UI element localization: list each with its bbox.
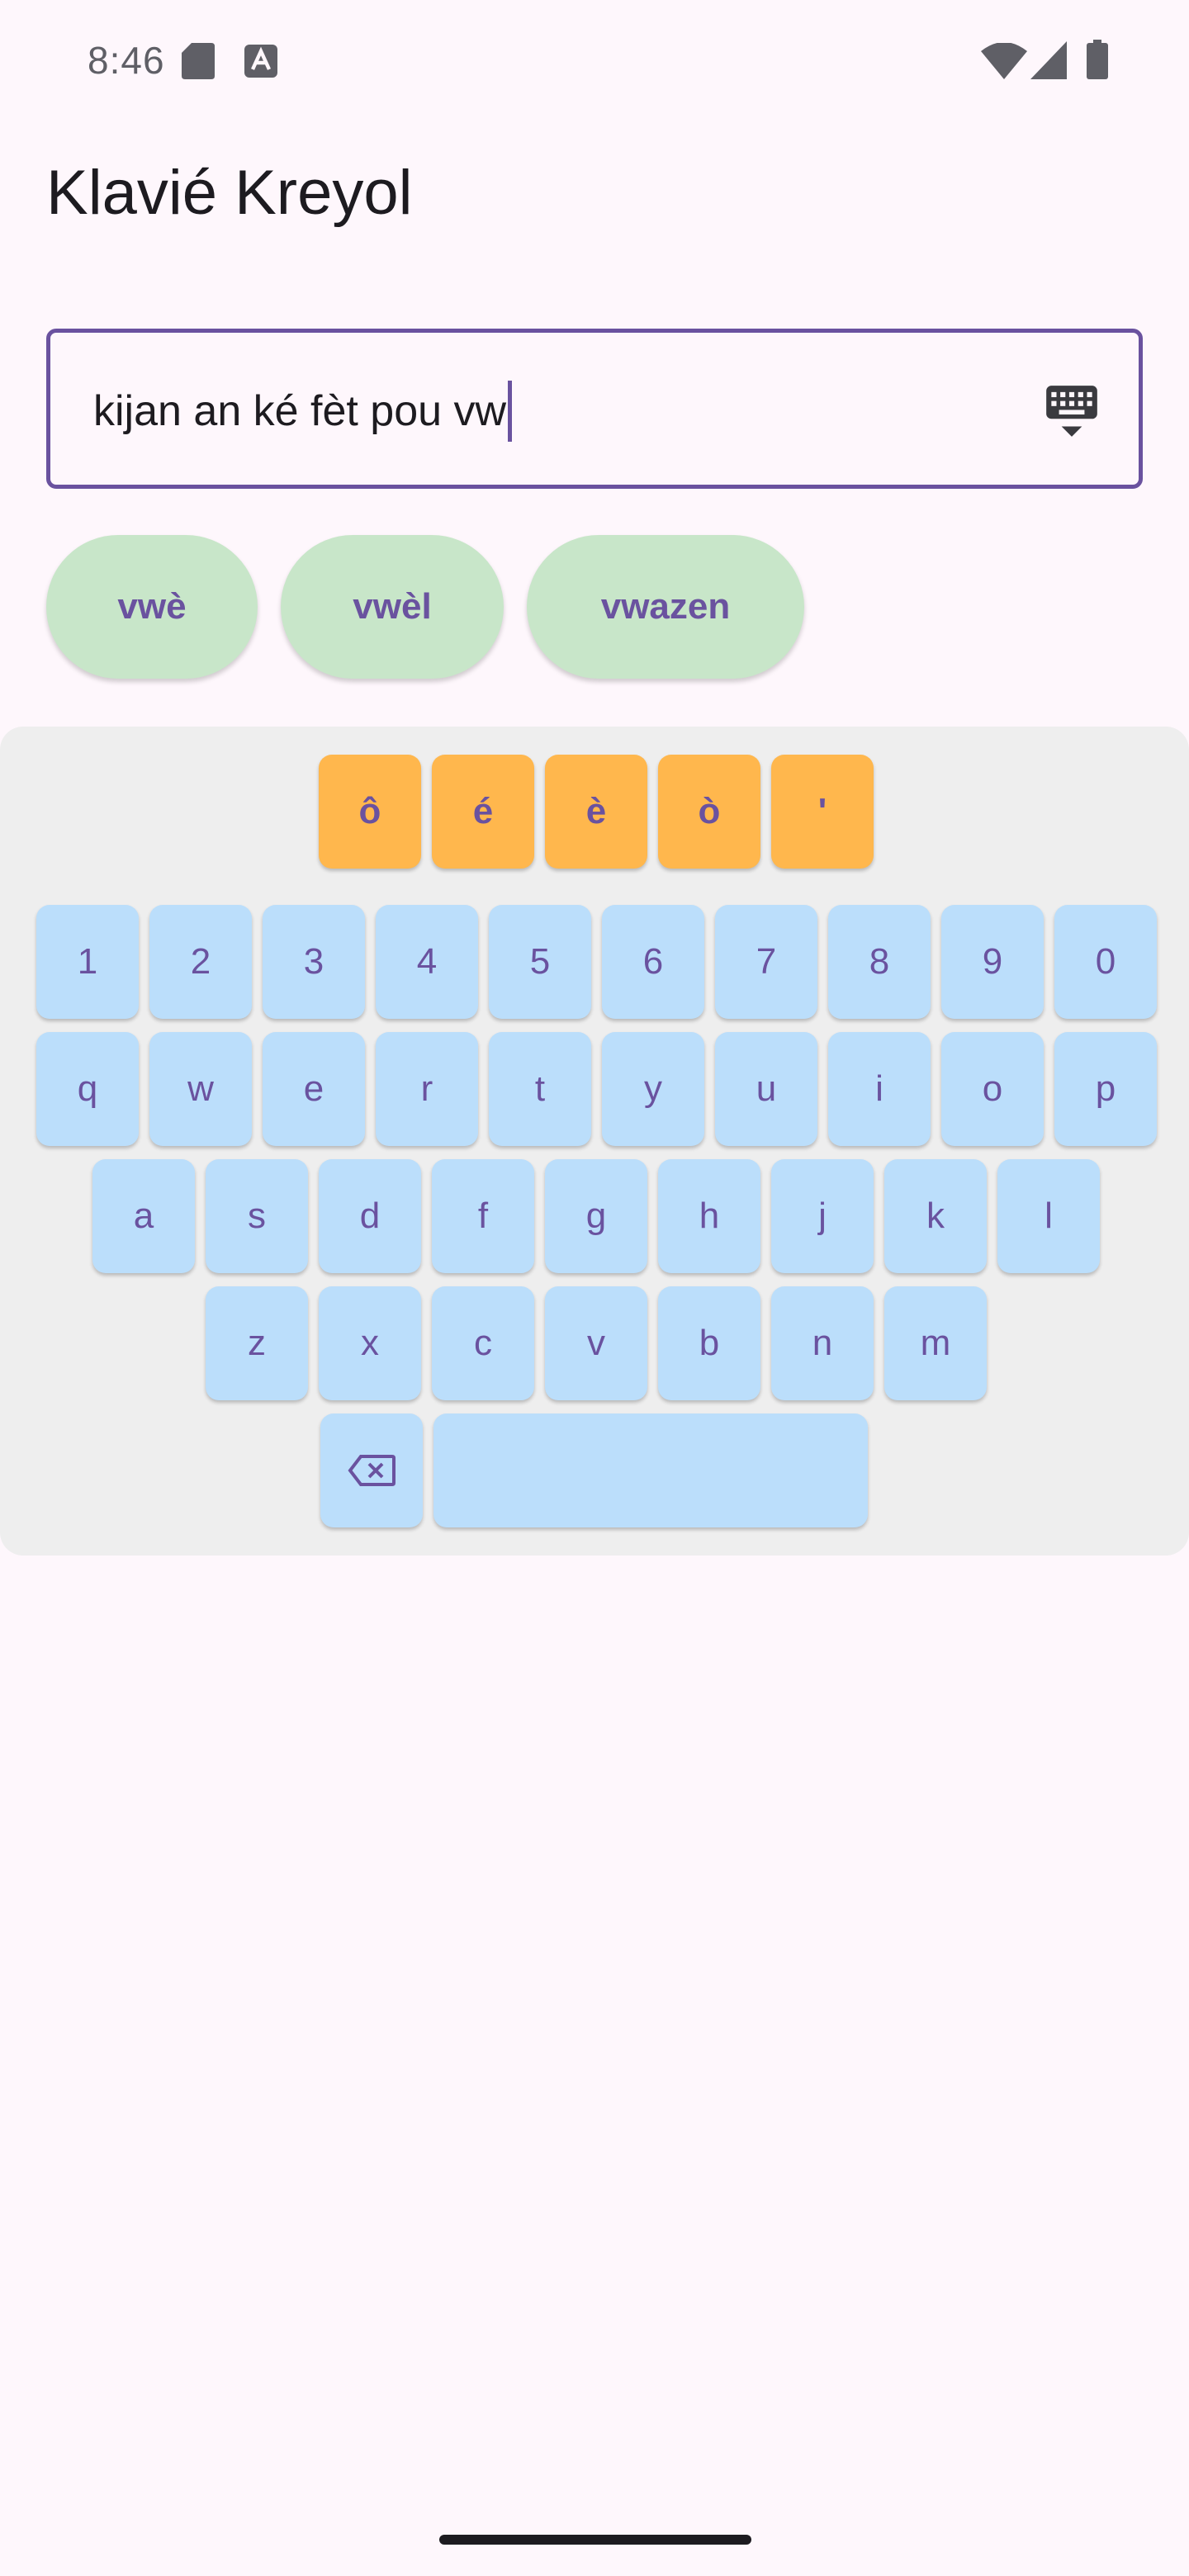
key-4[interactable]: 4 <box>376 905 478 1019</box>
a-notification-icon <box>244 45 277 78</box>
key-r[interactable]: r <box>376 1032 478 1146</box>
key-z[interactable]: z <box>206 1286 308 1400</box>
wifi-icon <box>981 43 1027 79</box>
key-7[interactable]: 7 <box>715 905 817 1019</box>
text-caret <box>508 381 513 442</box>
suggestion-chip[interactable]: vwazen <box>527 535 804 679</box>
key-u[interactable]: u <box>715 1032 817 1146</box>
key-e[interactable]: e <box>263 1032 365 1146</box>
key-6[interactable]: 6 <box>602 905 704 1019</box>
key-x[interactable]: x <box>319 1286 421 1400</box>
battery-icon <box>1087 40 1108 79</box>
letter-row-1: q w e r t y u i o p <box>36 1032 1157 1146</box>
letter-row-3: z x c v b n m <box>206 1286 987 1400</box>
key-k[interactable]: k <box>884 1159 987 1273</box>
sd-card-icon <box>182 43 215 79</box>
keyboard-hide-icon[interactable] <box>1041 381 1102 442</box>
key-d[interactable]: d <box>319 1159 421 1273</box>
number-row: 1 2 3 4 5 6 7 8 9 0 <box>36 905 1157 1019</box>
key-1[interactable]: 1 <box>36 905 139 1019</box>
accent-key[interactable]: ' <box>771 755 874 869</box>
status-time: 8:46 <box>88 39 165 82</box>
key-a[interactable]: a <box>92 1159 195 1273</box>
text-input-field[interactable]: kijan an ké fèt pou vw <box>46 329 1143 489</box>
key-i[interactable]: i <box>828 1032 931 1146</box>
suggestion-chip[interactable]: vwèl <box>281 535 504 679</box>
key-w[interactable]: w <box>149 1032 252 1146</box>
key-b[interactable]: b <box>658 1286 760 1400</box>
app-title: Klavié Kreyol <box>46 158 413 228</box>
backspace-key[interactable] <box>320 1413 423 1527</box>
key-f[interactable]: f <box>432 1159 534 1273</box>
key-j[interactable]: j <box>771 1159 874 1273</box>
key-5[interactable]: 5 <box>489 905 591 1019</box>
suggestion-chip[interactable]: vwè <box>46 535 258 679</box>
input-text: kijan an ké fèt pou vw <box>93 387 507 435</box>
accent-key[interactable]: ô <box>319 755 421 869</box>
key-c[interactable]: c <box>432 1286 534 1400</box>
key-n[interactable]: n <box>771 1286 874 1400</box>
text-input-value[interactable]: kijan an ké fèt pou vw <box>93 381 513 442</box>
custom-keyboard: ô é è ò ' 1 2 3 4 5 6 7 8 9 0 q w e r t … <box>0 727 1189 1556</box>
bottom-row <box>320 1413 868 1527</box>
key-8[interactable]: 8 <box>828 905 931 1019</box>
accent-key[interactable]: ò <box>658 755 760 869</box>
accent-key[interactable]: è <box>545 755 647 869</box>
key-s[interactable]: s <box>206 1159 308 1273</box>
key-m[interactable]: m <box>884 1286 987 1400</box>
key-v[interactable]: v <box>545 1286 647 1400</box>
key-y[interactable]: y <box>602 1032 704 1146</box>
key-t[interactable]: t <box>489 1032 591 1146</box>
key-h[interactable]: h <box>658 1159 760 1273</box>
letter-row-2: a s d f g h j k l <box>92 1159 1100 1273</box>
key-g[interactable]: g <box>545 1159 647 1273</box>
backspace-icon <box>348 1455 396 1486</box>
key-0[interactable]: 0 <box>1054 905 1157 1019</box>
key-9[interactable]: 9 <box>941 905 1044 1019</box>
key-l[interactable]: l <box>997 1159 1100 1273</box>
accent-row: ô é è ò ' <box>319 755 874 869</box>
accent-key[interactable]: é <box>432 755 534 869</box>
status-bar: 8:46 <box>0 0 1189 119</box>
key-p[interactable]: p <box>1054 1032 1157 1146</box>
key-3[interactable]: 3 <box>263 905 365 1019</box>
signal-icon <box>1030 41 1067 79</box>
gesture-home-bar[interactable] <box>439 2535 751 2545</box>
key-o[interactable]: o <box>941 1032 1044 1146</box>
space-key[interactable] <box>433 1413 868 1527</box>
key-q[interactable]: q <box>36 1032 139 1146</box>
key-2[interactable]: 2 <box>149 905 252 1019</box>
suggestion-bar: vwè vwèl vwazen <box>46 535 804 679</box>
